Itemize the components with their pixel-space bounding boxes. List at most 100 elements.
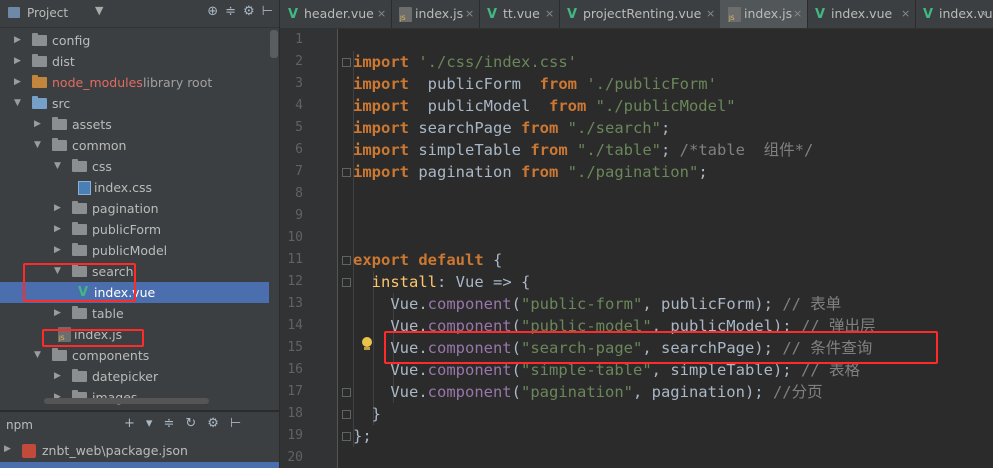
editor-tab[interactable]: Vheader.vue × — [280, 0, 392, 28]
code-line[interactable]: }; — [353, 425, 372, 447]
tree-item[interactable]: ▼ common — [0, 135, 269, 156]
editor-tab[interactable]: Vtt.vue × — [479, 0, 560, 28]
code-token: { — [483, 251, 503, 269]
chevron-down-icon[interactable]: ▼ — [14, 93, 24, 114]
chevron-down-icon[interactable]: ▼ — [95, 4, 103, 17]
fold-marker-icon[interactable] — [342, 410, 351, 419]
close-icon[interactable]: × — [793, 0, 802, 28]
chevron-right-icon[interactable]: ▶ — [54, 303, 64, 324]
folder-icon — [72, 369, 87, 382]
code-line[interactable]: install: Vue => { — [353, 271, 531, 293]
chevron-right-icon[interactable]: ▶ — [4, 444, 14, 454]
line-number: 12 — [287, 274, 303, 289]
code-token: import — [353, 119, 409, 137]
chevron-down-icon[interactable]: ▼ — [34, 135, 44, 156]
line-number: 15 — [287, 340, 303, 355]
code-line[interactable]: import searchPage from "./search"; — [353, 117, 670, 139]
fold-marker-icon[interactable] — [342, 278, 351, 287]
code-token: import — [353, 97, 409, 115]
npm-selection-row[interactable] — [0, 462, 279, 468]
tree-item[interactable]: ▶ dist — [0, 51, 269, 72]
fold-marker-icon[interactable] — [342, 168, 351, 177]
hide-icon[interactable]: ⊢ — [230, 416, 241, 431]
tree-item[interactable]: ▶ node_modules library root — [0, 72, 269, 93]
editor-tab[interactable]: VprojectRenting.vue × — [559, 0, 721, 28]
code-line[interactable]: import pagination from "./pagination"; — [353, 161, 708, 183]
collapse-icon[interactable]: ≑ — [225, 4, 236, 19]
code-token: import — [353, 163, 409, 181]
code-line[interactable]: Vue.component("pagination", pagination);… — [353, 381, 822, 403]
gear-icon[interactable]: ⚙ — [243, 4, 255, 19]
chevron-right-icon[interactable]: ▶ — [34, 114, 44, 135]
npm-package-item[interactable]: ▶ znbt_web\package.json — [0, 440, 279, 462]
chevron-right-icon[interactable]: ▶ — [54, 198, 64, 219]
hide-icon[interactable]: ⊢ — [262, 4, 273, 19]
code-line[interactable]: import publicForm from './publicForm' — [353, 73, 717, 95]
code-editor[interactable]: 1 2 3 4 5 6 7 8 9 10 11 12 13 14 15 16 17 18 19 20 import '… — [280, 29, 993, 468]
chevron-down-icon[interactable]: ▼ — [34, 345, 44, 366]
code-token: pagination — [409, 163, 521, 181]
code-line[interactable]: import './css/index.css' — [353, 51, 577, 73]
editor-tab[interactable]: Vindex.vue× — [807, 0, 916, 28]
chevron-right-icon[interactable]: ▶ — [54, 240, 64, 261]
code-line[interactable]: } — [353, 403, 381, 425]
chevron-right-icon[interactable]: ▶ — [54, 366, 64, 387]
target-icon[interactable]: ⊕ — [207, 4, 218, 19]
tree-item[interactable]: ▶ config — [0, 30, 269, 51]
close-icon[interactable]: × — [706, 0, 715, 28]
project-panel-title[interactable]: Project — [27, 6, 68, 20]
tree-item[interactable]: index.css — [0, 177, 269, 198]
chevron-right-icon[interactable]: ▶ — [14, 51, 24, 72]
close-icon[interactable]: × — [377, 0, 386, 28]
code-line[interactable]: import publicModel from "./publicModel" — [353, 95, 736, 117]
project-tree[interactable]: ▶ config ▶ dist ▶ node_modules library root ▼ sr… — [0, 30, 279, 405]
fold-marker-icon[interactable] — [342, 256, 351, 265]
code-token: install — [371, 273, 437, 291]
tree-item[interactable]: ▼ css — [0, 156, 269, 177]
editor-tab[interactable]: Vindex.vue× — [915, 0, 993, 28]
code-line[interactable]: export default { — [353, 249, 502, 271]
tree-item[interactable]: ▶ datepicker — [0, 366, 269, 387]
tree-item[interactable]: ▶ pagination — [0, 198, 269, 219]
tree-item-label: src — [52, 96, 71, 111]
tree-item-label: table — [92, 306, 124, 321]
tree-item[interactable]: ▶ publicForm — [0, 219, 269, 240]
tree-horizontal-scrollbar[interactable] — [44, 398, 209, 404]
tree-item[interactable]: ▼ components — [0, 345, 269, 366]
tree-item-label: index.css — [94, 180, 153, 195]
fold-marker-icon[interactable] — [342, 388, 351, 397]
code-token: import — [353, 141, 409, 159]
chevron-right-icon[interactable]: ▶ — [14, 30, 24, 51]
fold-marker-icon[interactable] — [342, 58, 351, 67]
lightbulb-icon[interactable] — [361, 337, 373, 351]
tree-item[interactable]: ▶ table — [0, 303, 269, 324]
tree-item[interactable]: ▶ assets — [0, 114, 269, 135]
plus-icon[interactable]: + — [124, 416, 135, 431]
tree-item[interactable]: ▶ publicModel — [0, 240, 269, 261]
collapse-icon[interactable]: ≑ — [163, 416, 174, 431]
close-icon[interactable]: × — [545, 0, 554, 28]
close-icon[interactable]: × — [901, 0, 910, 28]
line-number: 3 — [295, 76, 303, 91]
chevron-down-icon[interactable]: ▼ — [54, 156, 64, 177]
tree-item[interactable]: ▼ src — [0, 93, 269, 114]
close-icon[interactable]: × — [979, 0, 988, 28]
editor-tab-label: projectRenting.vue — [583, 6, 702, 21]
code-token: './css/index.css' — [418, 53, 577, 71]
fold-marker-icon[interactable] — [342, 432, 351, 441]
code-line[interactable]: import simpleTable from "./table"; /*tab… — [353, 139, 813, 161]
editor-tab[interactable]: index.js× — [720, 0, 808, 28]
code-line[interactable]: Vue.component("public-form", publicForm)… — [353, 293, 841, 315]
editor-tab[interactable]: index.js× — [391, 0, 480, 28]
chevron-right-icon[interactable]: ▶ — [54, 219, 64, 240]
refresh-icon[interactable]: ↻ — [185, 416, 196, 431]
code-token: export — [353, 251, 409, 269]
chevron-right-icon[interactable]: ▶ — [14, 72, 24, 93]
gear-icon[interactable]: ⚙ — [207, 416, 219, 431]
close-icon[interactable]: × — [465, 0, 474, 28]
line-number: 11 — [287, 252, 303, 267]
chevron-down-icon[interactable]: ▾ — [146, 416, 153, 431]
